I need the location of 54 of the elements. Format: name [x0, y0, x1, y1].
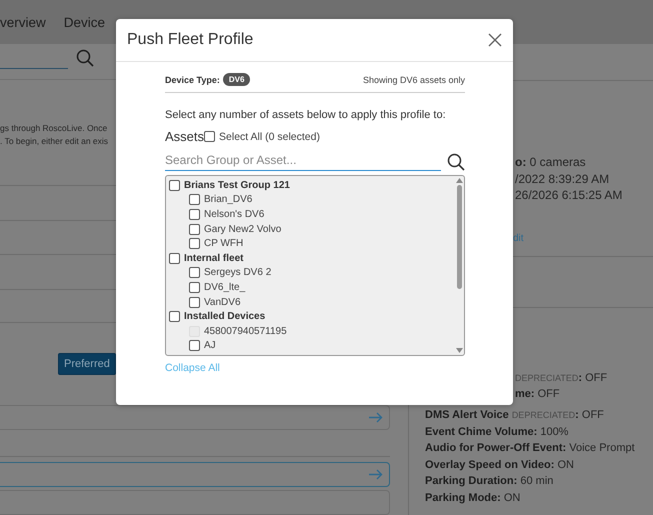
checkbox[interactable]	[189, 238, 200, 250]
group-label: Brians Test Group 121	[184, 180, 290, 191]
checkbox[interactable]	[189, 267, 200, 278]
close-icon[interactable]	[488, 33, 502, 47]
setting-text: Event Chime Volume: 100%	[425, 424, 570, 440]
collapse-all-link[interactable]: Collapse All	[165, 362, 220, 374]
checkbox[interactable]	[189, 224, 200, 235]
scrollbar-thumb[interactable]	[456, 185, 462, 289]
asset-label: Nelson's DV6	[204, 208, 264, 220]
instruction-text: Select any number of assets below to apply this profile to:	[165, 109, 447, 121]
checkbox[interactable]	[189, 296, 200, 308]
description-text: gs through RoscoLive. Once	[0, 122, 108, 135]
setting-text: Parking Mode: ON	[425, 490, 522, 506]
checkbox[interactable]	[189, 340, 200, 352]
setting-text: Parking Duration: 60 min	[425, 474, 554, 489]
device-type-label: Device Type:	[165, 74, 220, 84]
asset-label: DV6_lte_	[204, 282, 246, 293]
asset-label: CP WFH	[204, 238, 244, 250]
checkbox[interactable]	[189, 194, 200, 206]
nav-tab[interactable]: verview	[0, 14, 46, 30]
search-icon[interactable]	[447, 153, 465, 171]
checkbox[interactable]	[169, 180, 180, 191]
asset-label: VanDV6	[204, 296, 241, 308]
asset-label: Brian_DV6	[204, 194, 252, 206]
scroll-down-icon[interactable]	[456, 348, 462, 353]
setting-text: Overlay Speed on Video: ON	[425, 458, 575, 472]
setting-text: Audio for Power-Off Event: Voice Prompt	[425, 441, 636, 456]
checkbox[interactable]	[189, 208, 200, 220]
preferred-button[interactable]: Preferred	[58, 353, 116, 375]
search-field[interactable]: Search Group or Asset...	[165, 150, 441, 171]
filter-note: Showing DV6 assets only	[362, 74, 465, 84]
assets-label: Assets	[165, 129, 204, 144]
info-text: /2022 8:39:29 AM	[515, 170, 610, 187]
dialog-title: Push Fleet Profile	[127, 31, 254, 49]
checkbox[interactable]	[169, 311, 180, 322]
arrow-right-icon	[368, 412, 383, 424]
select-all-label: Select All (0 selected)	[219, 130, 320, 142]
info-text: 26/2026 6:15:25 AM	[515, 187, 624, 204]
setting-text: me: OFF	[515, 387, 561, 402]
scroll-up-icon[interactable]	[456, 178, 462, 183]
group-label: Internal fleet	[184, 252, 244, 264]
asset-label: Gary New2 Volvo	[204, 224, 282, 235]
arrow-right-icon	[368, 468, 383, 480]
nav-tab[interactable]: Device	[64, 14, 106, 30]
asset-label: 458007940571195	[204, 326, 287, 337]
checkbox[interactable]	[169, 252, 180, 264]
device-type-badge: DV6	[222, 73, 250, 86]
group-label: Installed Devices	[184, 311, 266, 322]
checkbox[interactable]	[204, 131, 216, 142]
asset-label: Sergeys DV6 2	[204, 267, 272, 278]
asset-label: AJ	[204, 340, 216, 352]
checkbox[interactable]	[189, 282, 200, 293]
description-text: . To begin, either edit an exis	[0, 135, 108, 148]
info-text: o: 0 cameras	[515, 154, 587, 170]
